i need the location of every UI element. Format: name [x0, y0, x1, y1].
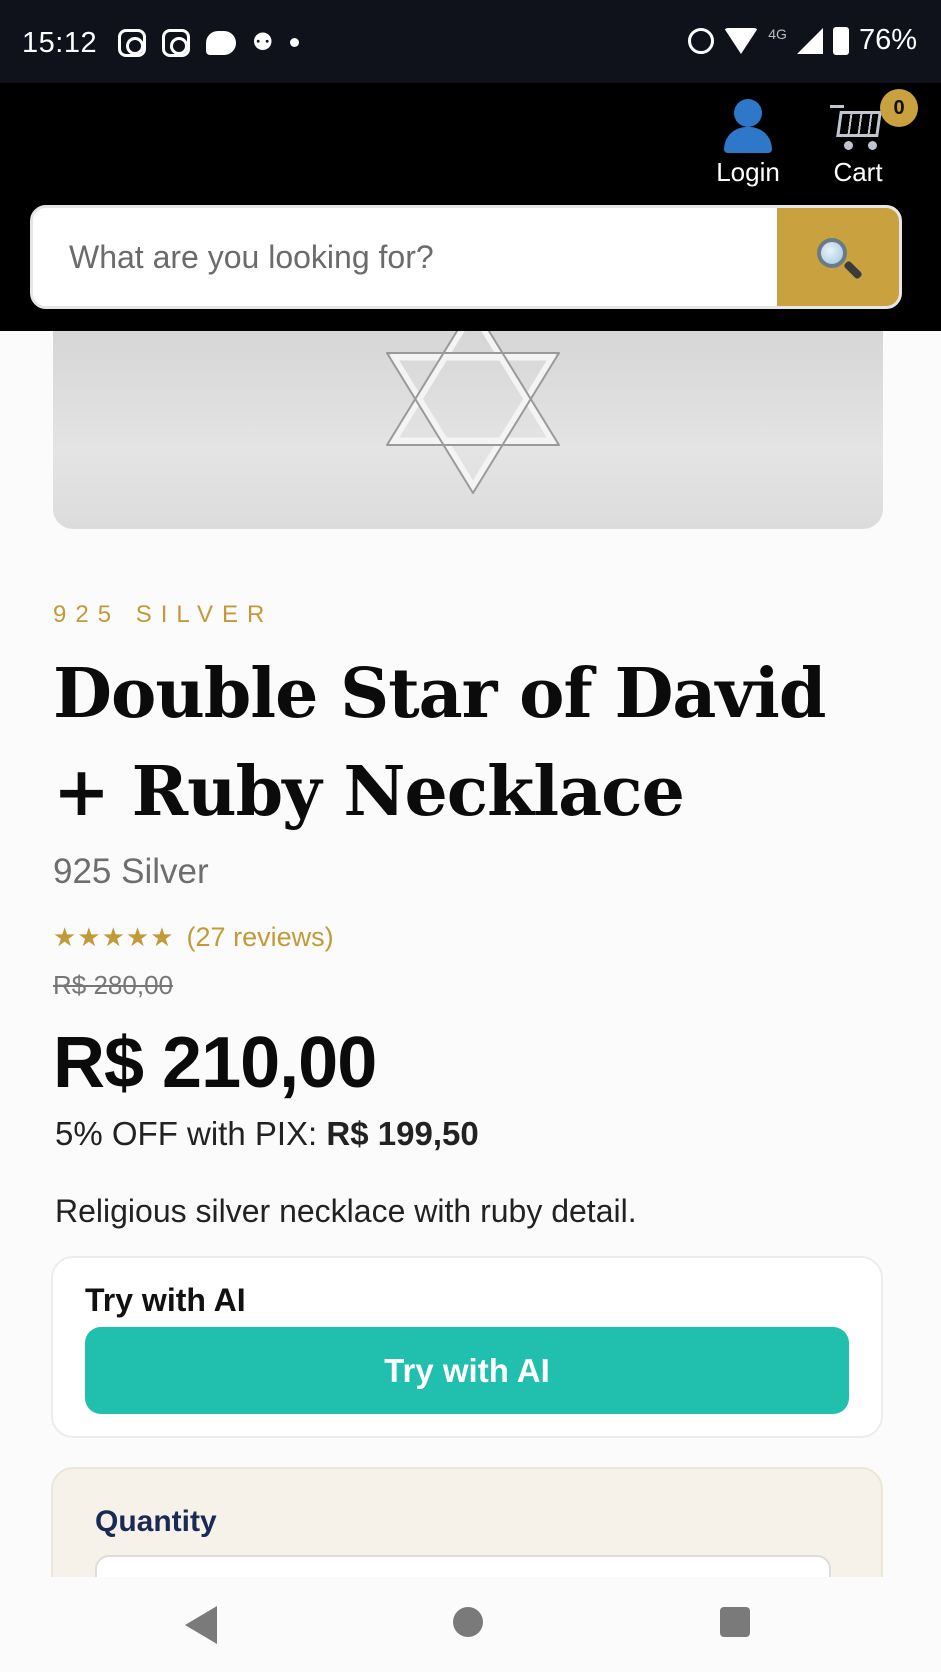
user-icon — [722, 99, 774, 155]
recent-apps-icon[interactable] — [720, 1607, 750, 1637]
star-rating-icon: ★★★★★ — [53, 922, 175, 952]
pix-discount: 5% OFF with PIX: R$ 199,50 — [55, 1115, 479, 1153]
product-image[interactable] — [53, 331, 883, 529]
try-ai-button[interactable]: Try with AI — [85, 1327, 849, 1414]
product-subtitle: 925 Silver — [53, 852, 209, 891]
search-bar — [30, 205, 902, 309]
product-rating[interactable]: ★★★★★ (27 reviews) — [53, 922, 334, 953]
login-button[interactable]: Login — [708, 99, 788, 188]
search-button[interactable] — [777, 208, 899, 306]
dot-icon — [289, 38, 299, 47]
status-bar: 15:12 ⚉ 4G 76% — [0, 0, 941, 83]
product-description: Religious silver necklace with ruby deta… — [55, 1193, 637, 1229]
notification-icons: ⚉ — [118, 28, 299, 57]
app-icon: ⚉ — [252, 29, 274, 56]
reviews-count: (27 reviews) — [186, 922, 334, 952]
back-icon[interactable] — [185, 1606, 217, 1644]
current-price: R$ 210,00 — [53, 1023, 377, 1103]
try-ai-card: Try with AI Try with AI — [51, 1256, 883, 1438]
star-of-david-pendant — [386, 331, 560, 494]
system-nav-bar — [0, 1577, 941, 1672]
status-time: 15:12 — [22, 27, 98, 59]
instagram-icon — [162, 28, 190, 57]
pix-price: R$ 199,50 — [326, 1115, 479, 1152]
network-type: 4G — [768, 25, 787, 42]
battery-icon — [832, 26, 849, 55]
try-ai-title: Try with AI — [85, 1282, 246, 1318]
system-icons: 4G 76% — [688, 24, 917, 57]
wifi-icon — [724, 27, 759, 54]
product-title: Double Star of David + Ruby Necklace — [53, 654, 826, 832]
search-icon — [817, 238, 847, 268]
cart-count-badge: 0 — [880, 89, 918, 127]
instagram-icon — [118, 28, 146, 57]
search-input[interactable] — [33, 208, 779, 306]
old-price: R$ 280,00 — [53, 970, 173, 1000]
product-category: 925 SILVER — [53, 601, 274, 628]
pix-label: 5% OFF with PIX: — [55, 1115, 318, 1152]
cart-icon — [830, 99, 886, 155]
quantity-label: Quantity — [95, 1505, 217, 1538]
home-icon[interactable] — [453, 1607, 483, 1637]
battery-percent: 76% — [858, 24, 917, 56]
cart-label: Cart — [833, 157, 883, 187]
signal-icon — [796, 27, 823, 54]
chat-icon — [206, 30, 236, 55]
alarm-icon — [688, 27, 715, 54]
site-header: Login Cart — [0, 83, 941, 331]
login-label: Login — [716, 157, 780, 187]
